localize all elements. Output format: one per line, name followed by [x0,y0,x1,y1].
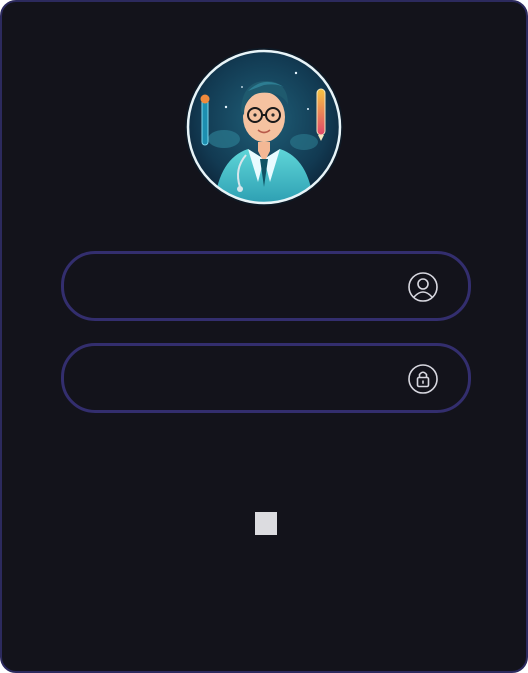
user-circle-icon [407,271,439,303]
username-field[interactable] [61,251,471,321]
login-submit-button[interactable] [255,512,277,535]
doctor-avatar-image [184,47,344,207]
login-card [0,0,528,673]
password-field[interactable] [61,343,471,413]
lock-icon [407,363,439,395]
username-input[interactable] [92,254,392,318]
password-input[interactable] [92,346,392,410]
